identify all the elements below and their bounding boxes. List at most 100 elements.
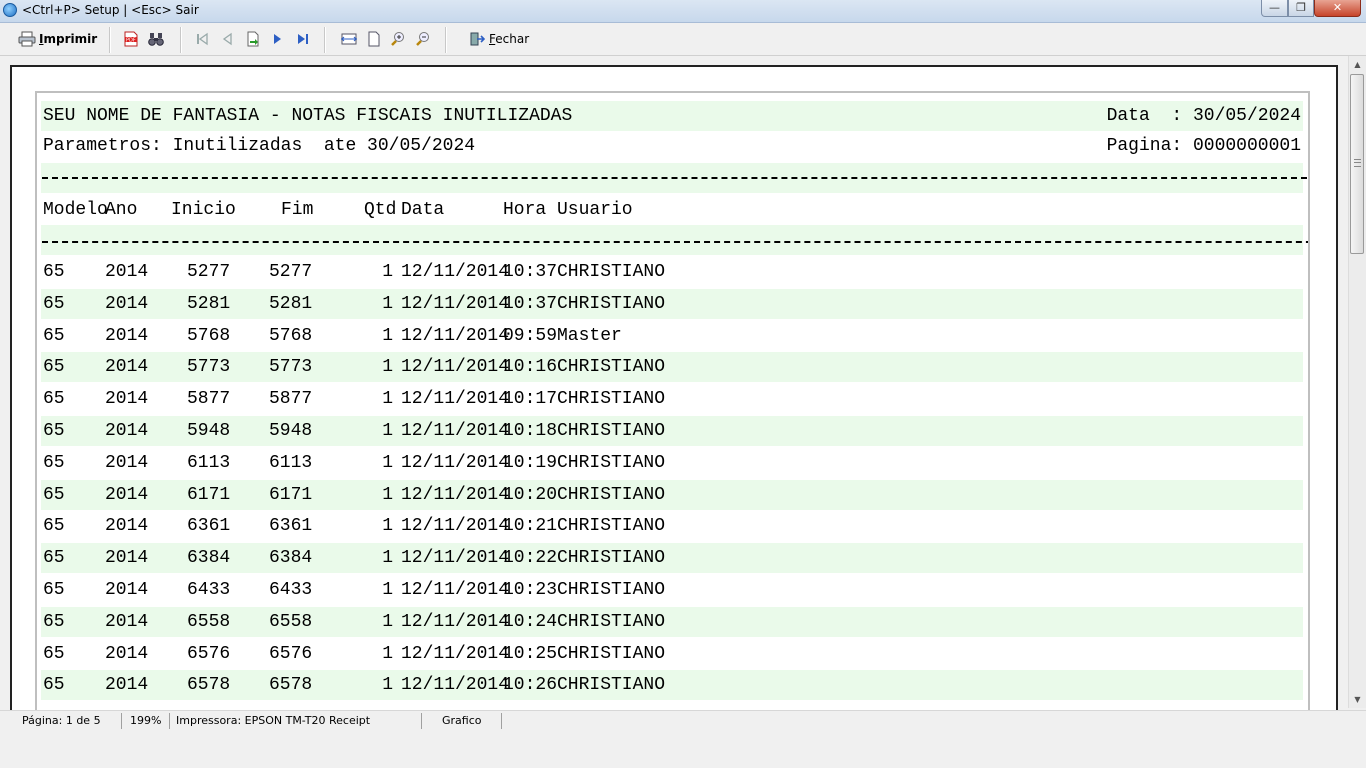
table-row: 65 2014 6558 6558 1 12/11/2014 10:24 CHRISTIANO [37,607,1307,637]
vertical-scrollbar[interactable]: ▲ ▼ [1348,56,1366,708]
cell-modelo: 65 [43,357,65,377]
cell-hora: 09:59 [503,326,558,346]
zoom-out-icon [416,32,429,46]
cell-hora: 10:19 [503,453,558,473]
status-printer: Impressora: EPSON TM-T20 Receipt [172,713,422,729]
cell-hora: 10:26 [503,675,558,695]
scroll-down-arrow-icon[interactable]: ▼ [1349,691,1366,708]
find-button[interactable] [148,29,164,49]
cell-usuario: CHRISTIANO [557,612,666,632]
cell-usuario: CHRISTIANO [557,580,666,600]
cell-data: 12/11/2014 [401,675,510,695]
scrollbar-thumb[interactable] [1350,74,1364,254]
cell-ano: 2014 [105,612,149,632]
page-width-button[interactable] [340,29,358,49]
toolbar-separator [445,27,447,53]
cell-modelo: 65 [43,326,65,346]
close-window-button[interactable]: ✕ [1314,0,1361,17]
cell-inicio: 6361 [187,516,231,536]
table-row: 65 2014 6113 6113 1 12/11/2014 10:19 CHRISTIANO [37,448,1307,478]
cell-fim: 6433 [269,580,313,600]
cell-ano: 2014 [105,644,149,664]
cell-data: 12/11/2014 [401,389,510,409]
pdf-icon: PDF [124,31,138,47]
cell-hora: 10:20 [503,485,558,505]
report-page-number: Pagina: 0000000001 [1106,136,1301,156]
cell-fim: 6171 [269,485,313,505]
first-page-button[interactable] [194,29,210,49]
cell-fim: 5768 [269,326,313,346]
previous-page-button[interactable] [220,29,236,49]
cell-usuario: CHRISTIANO [557,548,666,568]
cell-modelo: 65 [43,612,65,632]
minimize-button[interactable]: — [1261,0,1288,17]
header-band [41,225,1303,255]
status-zoom: 199% [124,713,170,729]
cell-inicio: 6578 [187,675,231,695]
toolbar-separator [324,27,326,53]
cell-hora: 10:21 [503,516,558,536]
next-page-button[interactable] [270,29,286,49]
cell-usuario: CHRISTIANO [557,485,666,505]
export-pdf-button[interactable]: PDF [123,29,139,49]
cell-data: 12/11/2014 [401,262,510,282]
title-bar: <Ctrl+P> Setup | <Esc> Sair — ❐ ✕ [0,0,1366,23]
cell-ano: 2014 [105,262,149,282]
last-page-icon [298,34,308,44]
cell-ano: 2014 [105,326,149,346]
maximize-button[interactable]: ❐ [1288,0,1314,17]
toolbar-separator [180,27,182,53]
cell-fim: 6578 [269,675,313,695]
table-row: 65 2014 6384 6384 1 12/11/2014 10:22 CHRISTIANO [37,543,1307,573]
preview-area[interactable]: SEU NOME DE FANTASIA - NOTAS FISCAIS INU… [0,56,1366,733]
report-date: Data : 30/05/2024 [1106,106,1301,126]
cell-qtd: 1 [382,485,393,505]
cell-data: 12/11/2014 [401,548,510,568]
zoom-in-button[interactable] [390,29,406,49]
cell-fim: 6558 [269,612,313,632]
cell-usuario: CHRISTIANO [557,357,666,377]
separator-line [42,177,1307,179]
column-header-ano: Ano [105,200,138,220]
last-page-button[interactable] [295,29,311,49]
page-width-icon [341,33,357,45]
toolbar-separator [109,27,111,53]
cell-inicio: 6113 [187,453,231,473]
cell-modelo: 65 [43,485,65,505]
cell-fim: 5277 [269,262,313,282]
cell-usuario: CHRISTIANO [557,294,666,314]
cell-ano: 2014 [105,580,149,600]
cell-data: 12/11/2014 [401,421,510,441]
close-preview-button[interactable]: Fechar [469,29,529,49]
cell-ano: 2014 [105,548,149,568]
column-header-hora: Hora [503,200,547,220]
cell-fim: 5281 [269,294,313,314]
cell-hora: 10:17 [503,389,558,409]
table-row: 65 2014 6578 6578 1 12/11/2014 10:26 CHRISTIANO [37,670,1307,700]
scroll-up-arrow-icon[interactable]: ▲ [1349,56,1366,73]
cell-inicio: 6576 [187,644,231,664]
cell-data: 12/11/2014 [401,485,510,505]
whole-page-button[interactable] [366,29,382,49]
cell-fim: 6384 [269,548,313,568]
close-label: echar [495,32,530,46]
cell-qtd: 1 [382,357,393,377]
cell-hora: 10:37 [503,294,558,314]
cell-data: 12/11/2014 [401,357,510,377]
cell-inicio: 5768 [187,326,231,346]
cell-hora: 10:37 [503,262,558,282]
separator-line [42,241,1308,243]
cell-data: 12/11/2014 [401,612,510,632]
cell-data: 12/11/2014 [401,294,510,314]
whole-page-icon [368,31,380,47]
status-page: Página: 1 de 5 [0,713,122,729]
cell-inicio: 5948 [187,421,231,441]
print-button[interactable]: Imprimir [18,29,97,49]
cell-usuario: CHRISTIANO [557,389,666,409]
cell-qtd: 1 [382,421,393,441]
cell-inicio: 5773 [187,357,231,377]
cell-hora: 10:23 [503,580,558,600]
goto-page-button[interactable] [245,29,261,49]
cell-data: 12/11/2014 [401,326,510,346]
zoom-out-button[interactable] [415,29,431,49]
